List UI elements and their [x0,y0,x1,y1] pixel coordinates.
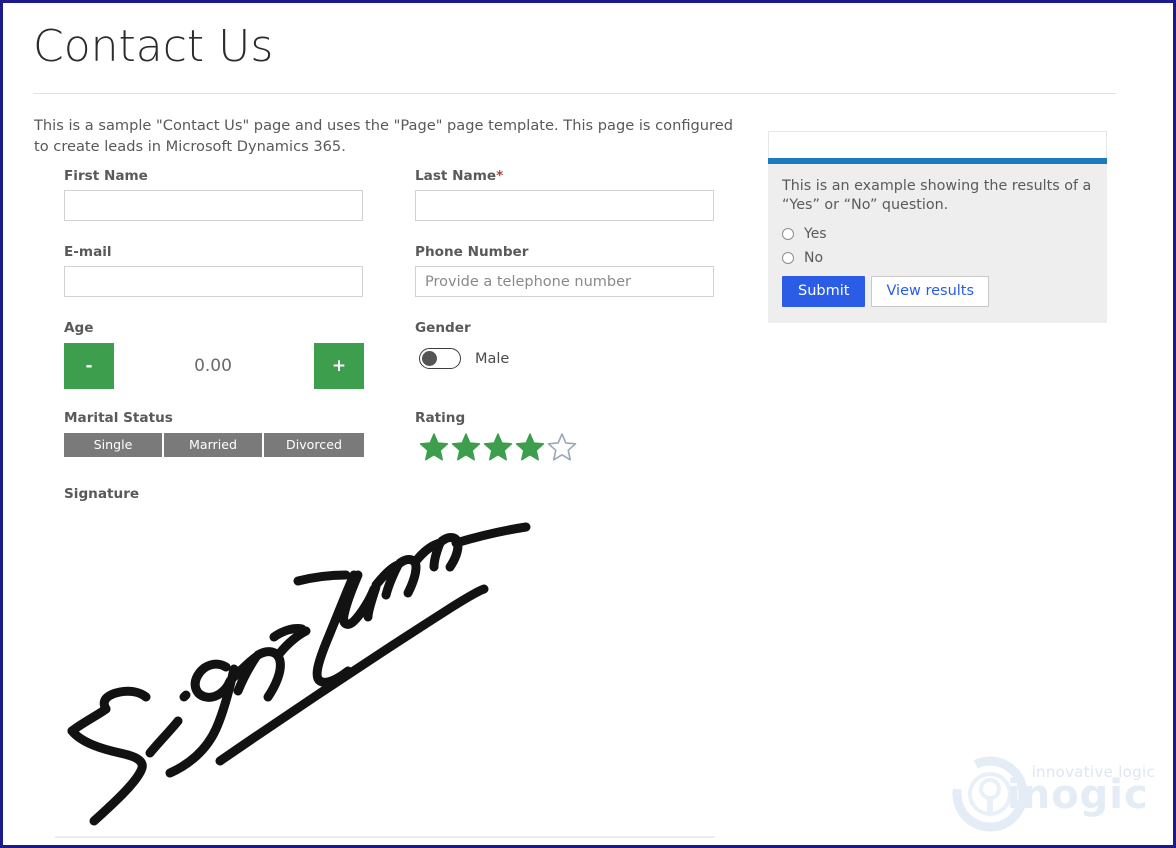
rating-label: Rating [415,410,466,426]
radio-unchecked-icon[interactable] [782,228,794,240]
poll-option-no-label: No [804,250,824,266]
browser-page: Contact Us This is a sample "Contact Us"… [0,0,1176,848]
poll-header [768,131,1107,158]
gender-toggle[interactable] [419,348,461,369]
gender-value: Male [475,350,510,367]
first-name-label: First Name [64,168,148,184]
rating-stars[interactable] [419,432,577,462]
star-filled-icon[interactable] [483,432,513,462]
toggle-knob-icon [421,350,437,366]
first-name-input[interactable] [64,190,363,221]
poll-option-yes[interactable]: Yes [782,226,1093,242]
form-bottom-divider [55,836,715,838]
email-label: E-mail [64,244,112,260]
last-name-label-text: Last Name [415,168,497,184]
star-filled-icon[interactable] [419,432,449,462]
star-filled-icon[interactable] [515,432,545,462]
poll-body: This is an example showing the results o… [768,164,1107,323]
marital-status-option-divorced[interactable]: Divorced [264,433,364,457]
poll-question: This is an example showing the results o… [782,178,1092,213]
last-name-input[interactable] [415,190,714,221]
last-name-label: Last Name* [415,168,503,184]
contact-form: First Name Last Name* E-mail Phone Numbe… [3,3,1173,845]
phone-number-label: Phone Number [415,244,529,260]
poll-actions: Submit View results [782,276,1093,307]
star-empty-icon[interactable] [547,432,577,462]
marital-status-option-single[interactable]: Single [64,433,164,457]
marital-status-group: Single Married Divorced [64,433,364,457]
star-filled-icon[interactable] [451,432,481,462]
marital-status-option-married[interactable]: Married [164,433,264,457]
age-value: 0.00 [194,356,232,376]
age-increment-button[interactable]: + [314,343,364,389]
email-input[interactable] [64,266,363,297]
signature-label: Signature [64,486,140,502]
required-asterisk-icon: * [496,168,504,184]
marital-status-label: Marital Status [64,410,173,426]
page-content: Contact Us This is a sample "Contact Us"… [3,3,1173,845]
poll-option-yes-label: Yes [804,226,827,242]
age-label: Age [64,320,94,336]
gender-label: Gender [415,320,471,336]
poll-submit-button[interactable]: Submit [782,276,866,307]
gender-toggle-wrap: Male [419,348,509,369]
age-decrement-button[interactable]: - [64,343,114,389]
phone-number-input[interactable] [415,266,714,297]
radio-unchecked-icon[interactable] [782,252,794,264]
poll-widget: This is an example showing the results o… [768,131,1107,323]
poll-view-results-button[interactable]: View results [871,276,990,307]
poll-option-no[interactable]: No [782,250,1093,266]
signature-canvas[interactable] [58,515,568,835]
